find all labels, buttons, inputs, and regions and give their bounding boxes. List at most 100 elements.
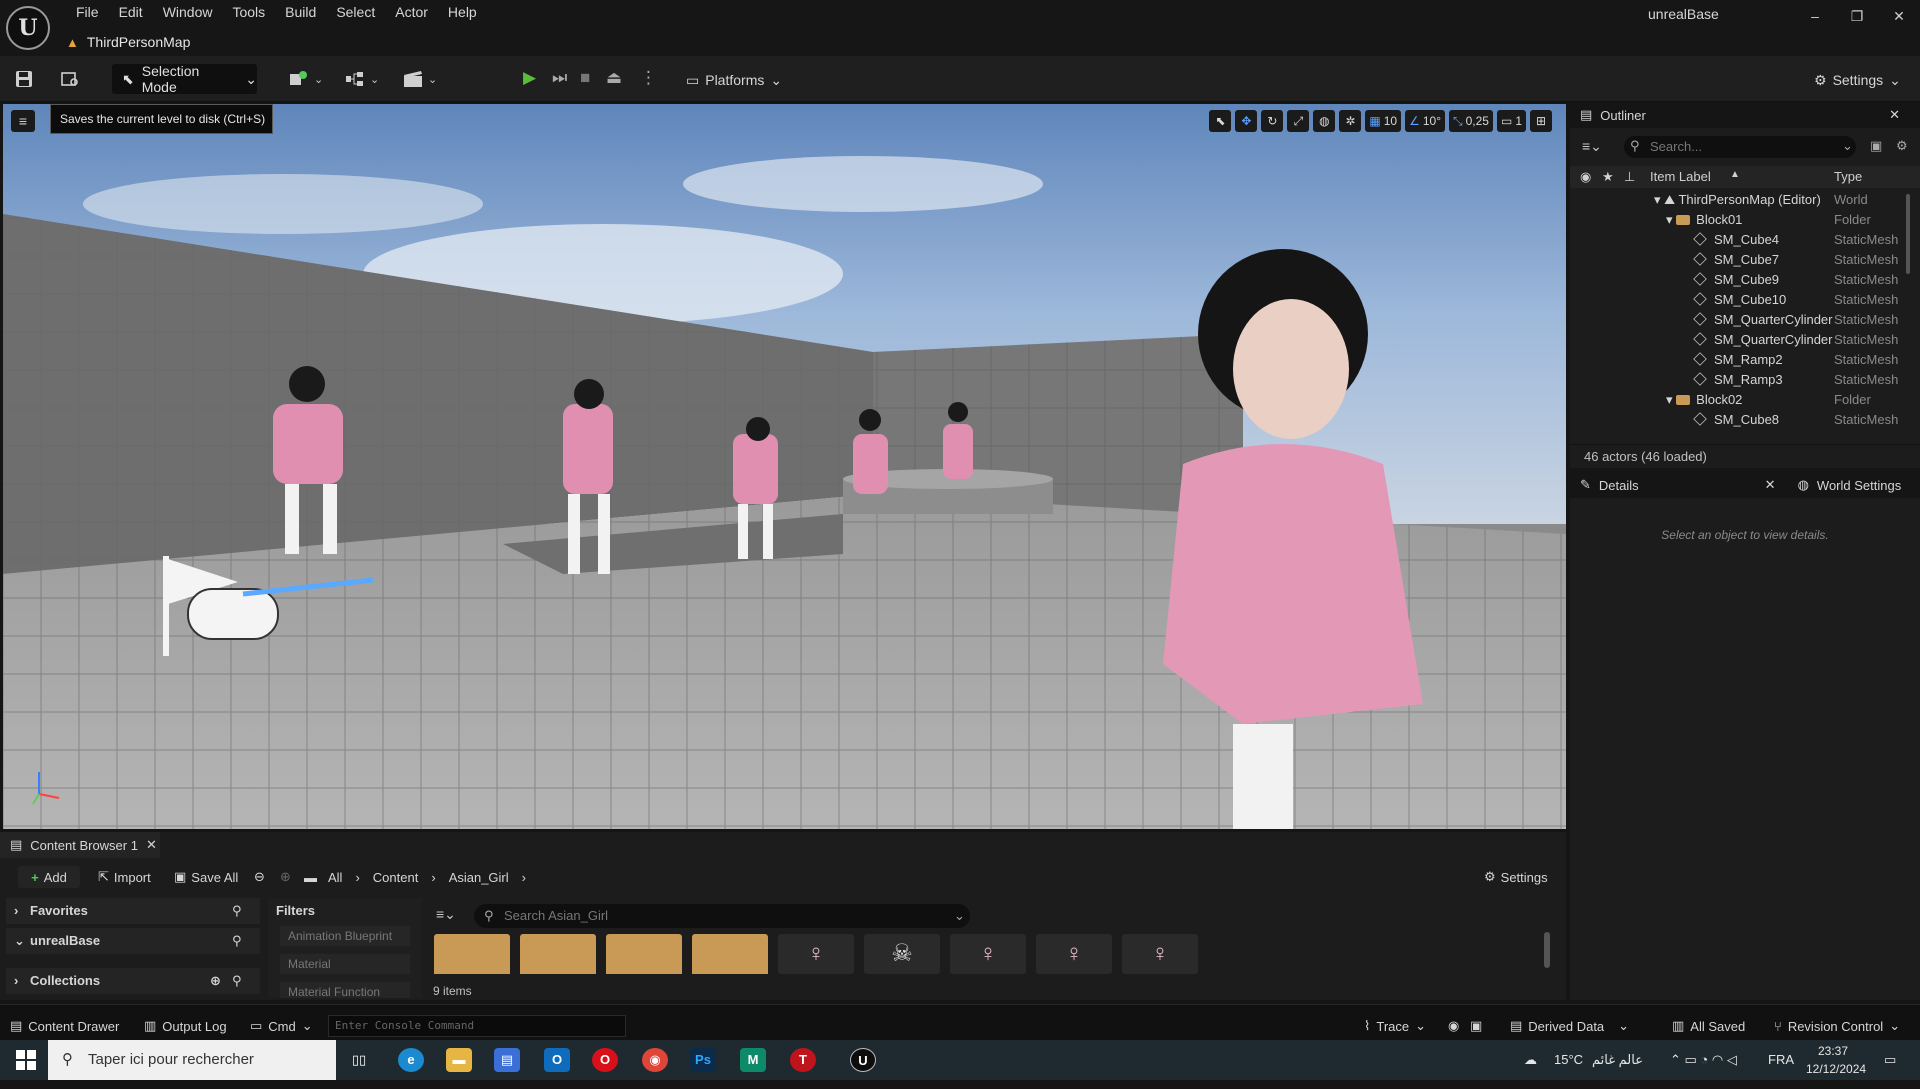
- chevron-right-icon[interactable]: ›: [355, 870, 359, 885]
- asset-folder[interactable]: [520, 934, 596, 974]
- cinematics-icon[interactable]: ⌄: [402, 66, 437, 92]
- outliner-row[interactable]: ▾ Block02 Folder: [1570, 390, 1920, 410]
- surface-snap-icon[interactable]: ✲: [1339, 110, 1362, 132]
- breadcrumb-all[interactable]: All: [328, 870, 342, 885]
- store-icon[interactable]: ▤: [494, 1048, 520, 1072]
- unreal-logo-icon[interactable]: U: [6, 6, 50, 50]
- add-button[interactable]: + Add: [18, 866, 80, 888]
- trace-dropdown[interactable]: ⌇ Trace ⌄: [1364, 1015, 1426, 1037]
- world-settings-tab[interactable]: World Settings: [1817, 478, 1901, 493]
- content-browser-tab[interactable]: ▤ Content Browser 1 ✕: [0, 832, 160, 858]
- browse-level-icon[interactable]: [60, 66, 80, 92]
- pin-icon[interactable]: ⊥: [1624, 169, 1635, 185]
- advance-frame-icon[interactable]: ⏭: [552, 68, 567, 88]
- filter-material-function[interactable]: Material Function: [280, 982, 410, 999]
- asset-skeletal-mesh[interactable]: ♀: [778, 934, 854, 974]
- save-icon[interactable]: [14, 66, 34, 92]
- collections-section[interactable]: › Collections ⊕ ⚲: [6, 968, 260, 994]
- level-tab[interactable]: ▲ ThirdPersonMap: [66, 30, 230, 54]
- filter-icon[interactable]: ≡⌄: [1582, 138, 1602, 155]
- screenshot-icon[interactable]: ▣: [1470, 1015, 1482, 1037]
- chevron-right-icon[interactable]: ›: [522, 870, 526, 885]
- asset-folder[interactable]: [606, 934, 682, 974]
- camera-speed-button[interactable]: ▭ 1: [1496, 110, 1526, 132]
- gear-icon[interactable]: ⚙: [1896, 138, 1908, 154]
- world-space-icon[interactable]: ◍: [1313, 110, 1336, 132]
- expand-arrow-icon[interactable]: ▾: [1666, 392, 1673, 407]
- content-drawer-button[interactable]: ▤ Content Drawer: [10, 1015, 119, 1037]
- outliner-row[interactable]: SM_Cube4 StaticMesh: [1570, 230, 1920, 250]
- unreal-taskbar-icon[interactable]: U: [850, 1048, 876, 1072]
- close-icon[interactable]: ✕: [146, 837, 157, 853]
- tray-icons[interactable]: ⌃ ▭ ◔ ◠ ◁: [1670, 1040, 1737, 1080]
- search-icon[interactable]: ⚲: [232, 898, 242, 924]
- record-icon[interactable]: ◉: [1448, 1015, 1459, 1037]
- console-input[interactable]: Enter Console Command: [328, 1015, 626, 1037]
- grid-snap-button[interactable]: ▦ 10: [1365, 110, 1402, 132]
- menu-window[interactable]: Window: [153, 3, 223, 21]
- viewport-menu-icon[interactable]: ≡: [11, 110, 35, 132]
- breadcrumb-content[interactable]: Content: [373, 870, 419, 885]
- asset-skeletal-mesh[interactable]: ♀: [1122, 934, 1198, 974]
- outliner-row[interactable]: SM_Cube8 StaticMesh: [1570, 410, 1920, 430]
- outliner-row[interactable]: ▾ ⛰ ThirdPersonMap (Editor) World: [1570, 190, 1920, 210]
- maya-icon[interactable]: M: [740, 1048, 766, 1072]
- add-actor-icon[interactable]: ⌄: [288, 66, 323, 92]
- stop-icon[interactable]: ■: [580, 68, 590, 88]
- windows-start-icon[interactable]: [16, 1050, 36, 1070]
- asset-skeleton[interactable]: ☠: [864, 934, 940, 974]
- visibility-icon[interactable]: ◉: [1580, 169, 1591, 185]
- menu-tools[interactable]: Tools: [222, 3, 275, 21]
- weather-icon[interactable]: ☁: [1524, 1040, 1537, 1080]
- search-icon[interactable]: ⚲: [232, 928, 242, 954]
- asset-folder[interactable]: [434, 934, 510, 974]
- selection-mode-dropdown[interactable]: ⬉ Selection Mode ⌄: [112, 63, 257, 95]
- item-label-column[interactable]: Item Label: [1650, 169, 1711, 184]
- cb-settings-button[interactable]: ⚙ Settings: [1484, 866, 1548, 888]
- notification-icon[interactable]: ▭: [1884, 1040, 1896, 1080]
- level-viewport[interactable]: ≡ ⬉ ✥ ↻ ⤢ ◍ ✲ ▦ 10 ∠ 10° ⤡ 0,25 ▭ 1 ⊞: [3, 104, 1566, 829]
- output-log-button[interactable]: ▥ Output Log: [144, 1015, 227, 1037]
- taskbar-search-input[interactable]: ⚲ Taper ici pour rechercher: [48, 1040, 336, 1080]
- play-icon[interactable]: ▶: [523, 68, 536, 88]
- rotation-snap-button[interactable]: ∠ 10°: [1405, 110, 1445, 132]
- chevron-right-icon[interactable]: ›: [431, 870, 435, 885]
- outliner-row[interactable]: SM_Cube9 StaticMesh: [1570, 270, 1920, 290]
- app-icon[interactable]: T: [790, 1048, 816, 1072]
- blueprint-icon[interactable]: ⌄: [344, 66, 379, 92]
- outliner-tab[interactable]: ▤ Outliner ✕: [1570, 102, 1920, 128]
- asset-skeletal-mesh[interactable]: ♀: [950, 934, 1026, 974]
- photoshop-icon[interactable]: Ps: [690, 1048, 716, 1072]
- chevron-down-icon[interactable]: ⌄: [954, 908, 965, 924]
- filter-material[interactable]: Material: [280, 954, 410, 974]
- close-icon[interactable]: ✕: [1889, 107, 1900, 123]
- save-all-button[interactable]: ▣ Save All: [174, 866, 238, 888]
- asset-skeletal-mesh[interactable]: ♀: [1036, 934, 1112, 974]
- outliner-row[interactable]: SM_Cube7 StaticMesh: [1570, 250, 1920, 270]
- scale-snap-button[interactable]: ⤡ 0,25: [1449, 110, 1493, 132]
- outliner-scrollbar[interactable]: [1906, 194, 1910, 274]
- edge-icon[interactable]: e: [398, 1048, 424, 1072]
- asset-scrollbar[interactable]: [1544, 932, 1550, 968]
- asset-search-input[interactable]: Search Asian_Girl: [474, 904, 970, 928]
- import-button[interactable]: ⇱ Import: [98, 866, 151, 888]
- rotate-tool-icon[interactable]: ↻: [1261, 110, 1284, 132]
- outlook-icon[interactable]: O: [544, 1048, 570, 1072]
- outliner-row[interactable]: SM_Cube10 StaticMesh: [1570, 290, 1920, 310]
- details-tab[interactable]: Details: [1599, 478, 1639, 493]
- filter-animation-blueprint[interactable]: Animation Blueprint: [280, 926, 410, 946]
- menu-file[interactable]: File: [66, 3, 109, 21]
- menu-actor[interactable]: Actor: [385, 3, 438, 21]
- layout-icon[interactable]: ⊞: [1530, 110, 1552, 132]
- menu-build[interactable]: Build: [275, 3, 326, 21]
- add-collection-icon[interactable]: ⊕: [210, 968, 221, 994]
- forward-icon[interactable]: ⊕: [280, 866, 291, 888]
- derived-data-dropdown[interactable]: ▤ Derived Data ⌄: [1510, 1015, 1629, 1037]
- expand-arrow-icon[interactable]: ▾: [1654, 192, 1661, 207]
- breadcrumb-asian-girl[interactable]: Asian_Girl: [449, 870, 509, 885]
- menu-help[interactable]: Help: [438, 3, 487, 21]
- outliner-row[interactable]: ▾ Block01 Folder: [1570, 210, 1920, 230]
- outliner-row[interactable]: SM_Ramp2 StaticMesh: [1570, 350, 1920, 370]
- language-indicator[interactable]: FRA: [1768, 1040, 1794, 1080]
- add-folder-icon[interactable]: ▣: [1870, 138, 1882, 154]
